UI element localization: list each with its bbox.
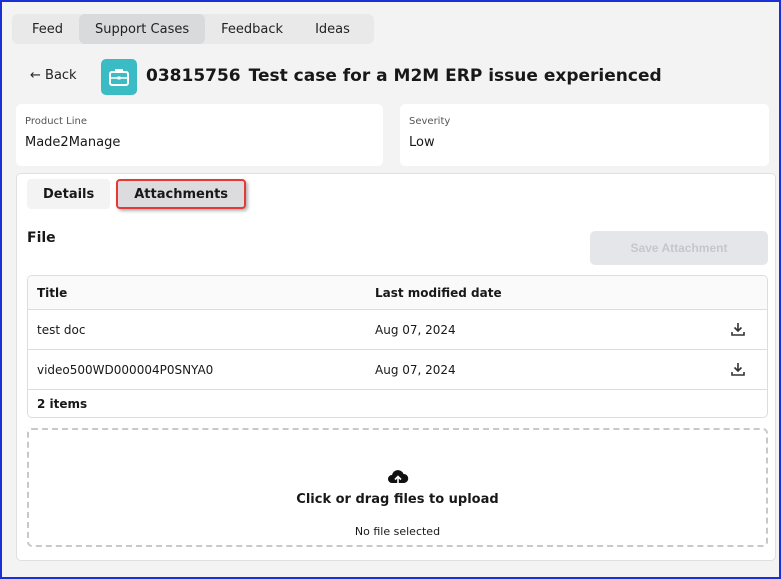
tab-feedback[interactable]: Feedback (205, 14, 299, 44)
table-header: Title Last modified date (28, 276, 767, 310)
briefcase-icon (101, 59, 137, 95)
download-icon[interactable] (731, 322, 745, 339)
subtabs: Details Attachments (27, 179, 247, 209)
file-heading: File (27, 230, 56, 246)
page-title: 03815756 Test case for a M2M ERP issue e… (146, 66, 662, 86)
file-date: Aug 07, 2024 (375, 362, 456, 377)
tab-ideas[interactable]: Ideas (299, 14, 366, 44)
table-row: video500WD000004P0SNYA0 Aug 07, 2024 (28, 350, 767, 390)
column-last-modified[interactable]: Last modified date (375, 286, 715, 300)
tab-feed[interactable]: Feed (16, 14, 79, 44)
tab-attachments[interactable]: Attachments (116, 179, 247, 209)
case-title: Test case for a M2M ERP issue experience… (248, 66, 662, 86)
file-dropzone[interactable]: Click or drag files to upload No file se… (27, 428, 768, 547)
file-title: video500WD000004P0SNYA0 (37, 362, 214, 377)
top-nav-tabs: Feed Support Cases Feedback Ideas (12, 14, 374, 44)
case-panel: Details Attachments File Save Attachment… (16, 173, 776, 561)
upload-status: No file selected (354, 525, 441, 538)
attachments-table: Title Last modified date test doc Aug 07… (27, 275, 768, 418)
case-number: 03815756 (146, 66, 241, 86)
product-line-label: Product Line (25, 116, 87, 127)
file-date: Aug 07, 2024 (375, 322, 456, 337)
product-line-field: Product Line Made2Manage (16, 104, 383, 166)
severity-label: Severity (409, 116, 451, 127)
severity-field: Severity Low (400, 104, 769, 166)
column-title[interactable]: Title (37, 286, 375, 300)
download-icon[interactable] (731, 362, 745, 379)
file-title: test doc (37, 322, 86, 337)
back-link[interactable]: ← Back (30, 68, 77, 83)
product-line-value: Made2Manage (25, 135, 121, 150)
cloud-upload-icon (387, 468, 409, 490)
item-count: 2 items (37, 397, 88, 411)
table-row: test doc Aug 07, 2024 (28, 310, 767, 350)
upload-message: Click or drag files to upload (296, 492, 499, 507)
severity-value: Low (409, 135, 435, 150)
table-footer: 2 items (28, 390, 767, 417)
tab-details[interactable]: Details (27, 179, 111, 209)
tab-support-cases[interactable]: Support Cases (79, 14, 206, 44)
save-attachment-button[interactable]: Save Attachment (590, 231, 768, 265)
